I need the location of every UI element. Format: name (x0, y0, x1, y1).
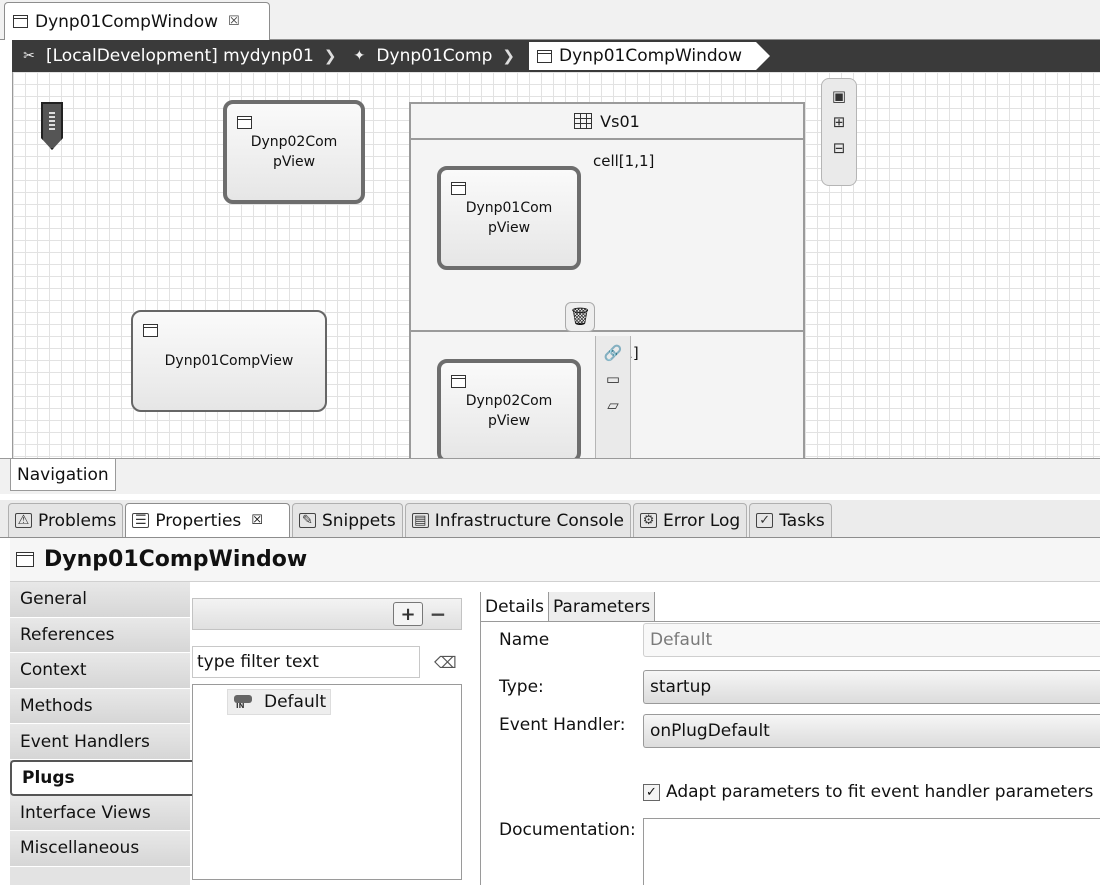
plug-toolbar: + − (192, 598, 462, 630)
error-log-icon: ⚙ (640, 513, 658, 528)
tab-details[interactable]: Details (481, 592, 549, 621)
tasks-icon: ✓ (756, 513, 774, 528)
views-tabbar: ⚠ Problems ☰ Properties ☒ ✎ Snippets ▤ I… (0, 500, 1100, 538)
snippets-icon: ✎ (298, 513, 316, 528)
breadcrumb-item-project[interactable]: ✂ [LocalDevelopment] mydynp01 (12, 40, 342, 72)
detail-tabs: Details Parameters (481, 592, 1100, 622)
editor-tab-label: Dynp01CompWindow (35, 11, 218, 32)
checkbox-checked-icon: ✓ (643, 783, 660, 801)
embed-view-icon[interactable]: ▣ (832, 87, 846, 105)
name-field: Default (643, 623, 1100, 657)
event-handler-select[interactable]: onPlugDefault (643, 714, 1100, 748)
documentation-textarea[interactable] (643, 818, 1100, 885)
documentation-label: Documentation: (499, 820, 636, 840)
insert-row-icon[interactable]: ⊞ (833, 113, 846, 131)
tab-infrastructure-console[interactable]: ▤ Infrastructure Console (404, 503, 632, 537)
properties-side-tabs: General References Context Methods Event… (10, 582, 192, 885)
startup-plug-icon[interactable] (41, 102, 63, 150)
breadcrumb-label: [LocalDevelopment] mydynp01 (46, 46, 314, 66)
view-icon (237, 116, 252, 129)
view-dynp02compview[interactable]: Dynp02CompView (223, 100, 365, 204)
event-handler-label: Event Handler: (499, 715, 626, 735)
side-tab-event-handlers[interactable]: Event Handlers (10, 724, 190, 760)
window-icon (16, 552, 34, 567)
remove-plug-button[interactable]: − (429, 602, 447, 626)
plug-tree: Default (192, 684, 462, 880)
tab-parameters[interactable]: Parameters (548, 592, 656, 621)
name-label: Name (499, 630, 550, 650)
view-dynp02compview-in-cell[interactable]: Dynp02CompView (437, 359, 581, 458)
side-tab-context[interactable]: Context (10, 653, 190, 689)
side-tab-methods[interactable]: Methods (10, 688, 190, 725)
tab-navigation[interactable]: Navigation (10, 459, 116, 491)
window-icon (13, 15, 28, 28)
tab-error-log[interactable]: ⚙ Error Log (633, 503, 748, 537)
window-editor-canvas[interactable]: Dynp02CompView Dynp01CompView Vs01 cell[… (12, 72, 1100, 458)
view-dynp01compview-in-cell[interactable]: Dynp01CompView (437, 166, 581, 270)
editor-tab-dynp01compwindow[interactable]: Dynp01CompWindow ☒ (4, 2, 270, 40)
editor-bottom-tabs: Navigation (0, 458, 1100, 494)
plug-tool-palette: 🔗 ▭ ▱ (595, 336, 631, 458)
inbound-plug-icon[interactable]: ▭ (606, 370, 620, 388)
tab-snippets[interactable]: ✎ Snippets (291, 503, 403, 537)
side-tab-general[interactable]: General (10, 582, 190, 618)
breadcrumb-label: Dynp01CompWindow (558, 46, 742, 66)
view-label: Dynp01CompView (164, 353, 294, 369)
problems-icon: ⚠ (15, 513, 32, 528)
view-icon (451, 375, 466, 388)
viewset-tool-palette: ▣ ⊞ ⊟ (821, 78, 857, 186)
close-icon[interactable]: ☒ (228, 14, 240, 29)
link-tool-icon[interactable]: 🔗 (604, 344, 623, 362)
side-tab-plugs[interactable]: Plugs (10, 759, 192, 796)
console-icon: ▤ (411, 513, 429, 528)
side-tab-references[interactable]: References (10, 617, 190, 654)
window-icon (536, 49, 552, 63)
list-item[interactable]: Default (227, 689, 332, 715)
tab-problems[interactable]: ⚠ Problems (8, 503, 124, 537)
editor-tabbar: Dynp01CompWindow ☒ (0, 0, 1100, 40)
tab-properties[interactable]: ☰ Properties ☒ (125, 503, 290, 537)
close-icon[interactable]: ☒ (251, 513, 263, 528)
adapt-parameters-checkbox[interactable]: ✓ Adapt parameters to fit event handler … (643, 782, 1093, 802)
view-icon (451, 182, 466, 195)
project-icon: ✂ (23, 48, 35, 64)
breadcrumb-item-component[interactable]: ✦ Dynp01Comp (342, 40, 521, 72)
view-label: Dynp02CompView (250, 134, 338, 170)
type-label: Type: (499, 677, 544, 697)
insert-column-icon[interactable]: ⊟ (833, 139, 846, 157)
tab-tasks[interactable]: ✓ Tasks (749, 503, 832, 537)
properties-view: Dynp01CompWindow General References Cont… (10, 538, 1100, 885)
breadcrumb: ✂ [LocalDevelopment] mydynp01 ✦ Dynp01Co… (12, 40, 1100, 72)
grid-icon (574, 113, 593, 129)
viewset-title: Vs01 (411, 104, 803, 140)
view-icon (143, 324, 158, 337)
viewset-vs01[interactable]: Vs01 cell[1,1] 2,1] Dynp01CompView Dynp0… (409, 102, 805, 458)
properties-icon: ☰ (132, 513, 150, 528)
clear-filter-icon[interactable]: ⌫ (434, 653, 457, 672)
view-label: Dynp01CompView (465, 200, 553, 236)
plug-detail-panel: Details Parameters Name Default Type: st… (480, 592, 1100, 885)
trash-icon[interactable]: 🗑 (565, 302, 595, 332)
filter-input[interactable] (192, 646, 420, 678)
side-tab-miscellaneous[interactable]: Miscellaneous (10, 831, 190, 867)
breadcrumb-item-window[interactable]: Dynp01CompWindow (528, 42, 770, 70)
plug-list-panel: + − ⌫ Default (192, 598, 462, 885)
add-plug-button[interactable]: + (393, 602, 423, 626)
view-label: Dynp02CompView (465, 393, 553, 429)
type-select[interactable]: startup (643, 670, 1100, 704)
properties-title: Dynp01CompWindow (10, 538, 1100, 582)
side-tab-interface-views[interactable]: Interface Views (10, 795, 190, 832)
component-icon: ✦ (353, 48, 366, 64)
cell-label: cell[1,1] (593, 152, 655, 170)
view-dynp01compview[interactable]: Dynp01CompView (131, 310, 327, 412)
inbound-plug-icon (232, 693, 256, 711)
breadcrumb-label: Dynp01Comp (376, 46, 493, 66)
outbound-plug-icon[interactable]: ▱ (607, 396, 619, 414)
